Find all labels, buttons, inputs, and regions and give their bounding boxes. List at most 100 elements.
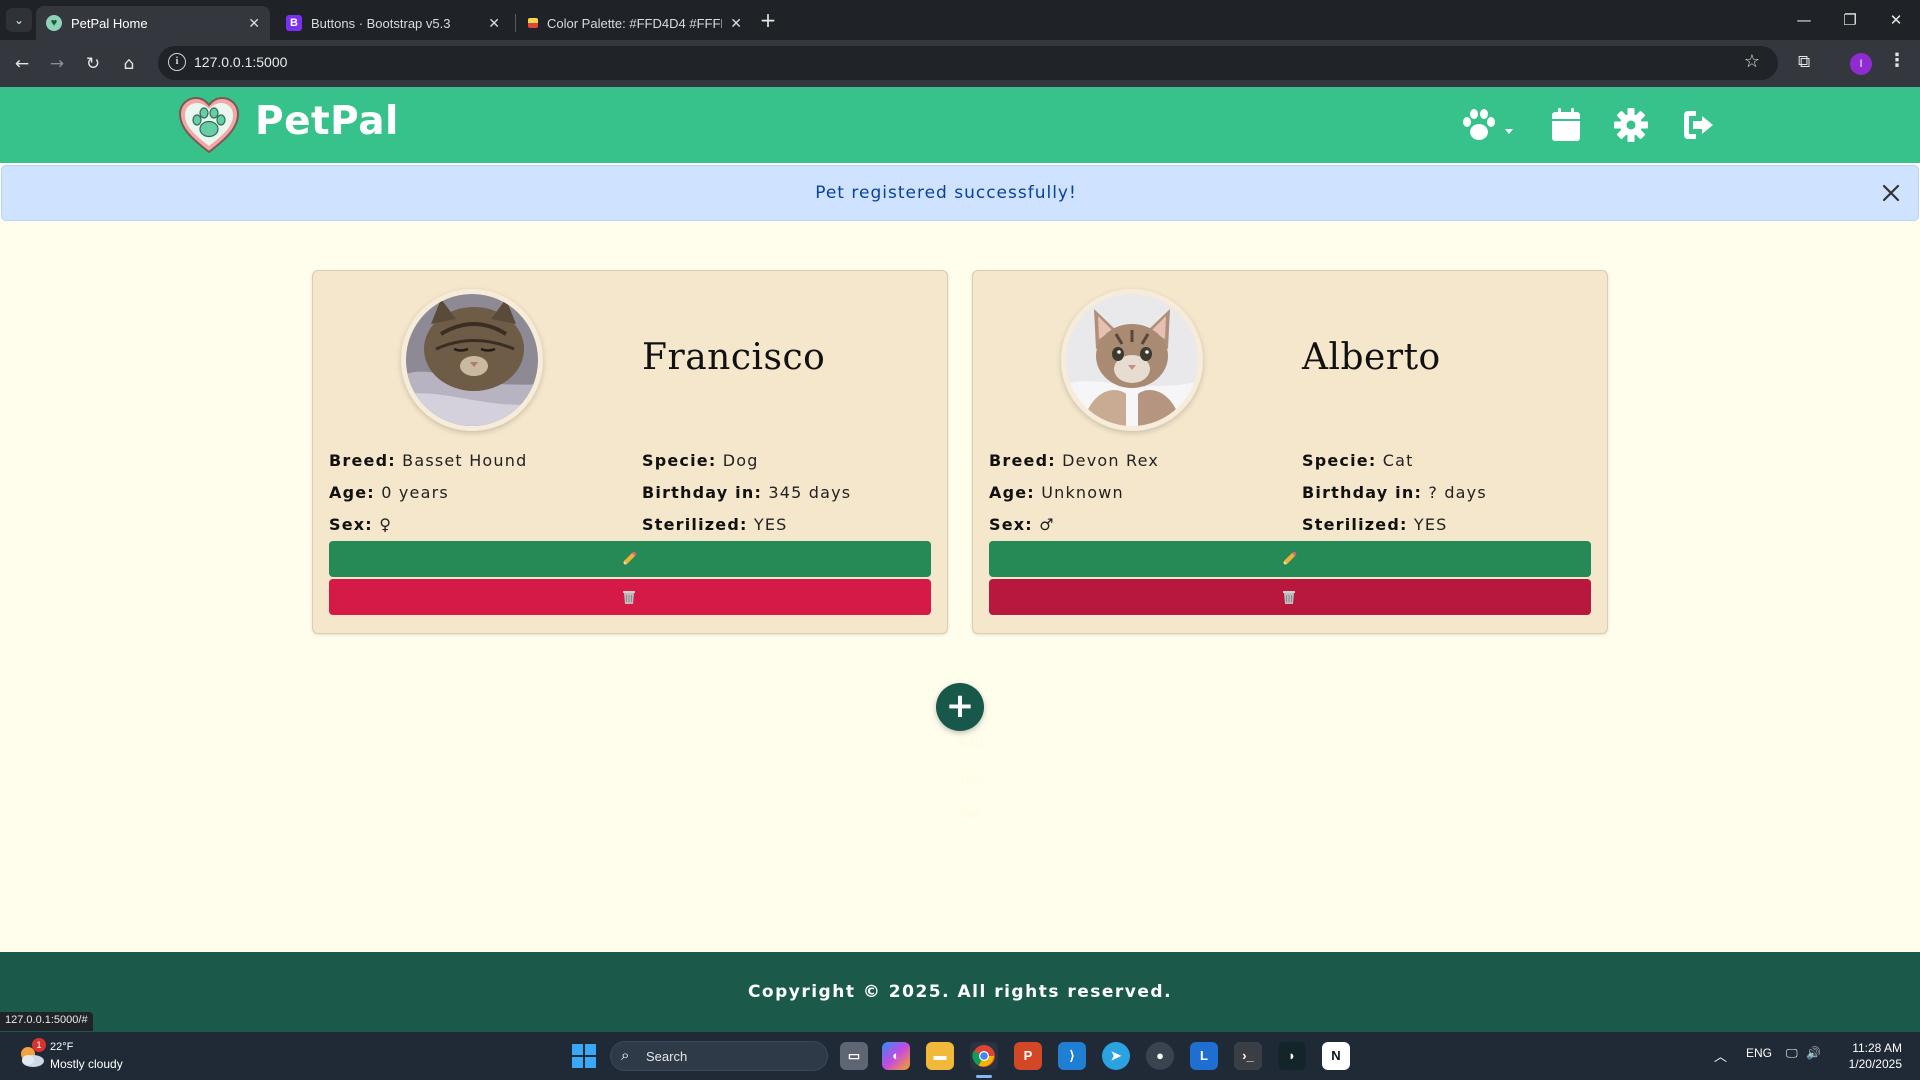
age-label: Age:: [329, 483, 375, 502]
delete-pet-button[interactable]: [329, 579, 931, 615]
taskbar: 1 22°F Mostly cloudy ⌕ Search ▭ ◐ ▬ P ⟩ …: [0, 1032, 1920, 1080]
pet-age: Age: Unknown: [989, 483, 1124, 502]
age-value: 0 years: [381, 483, 449, 502]
edit-pet-button[interactable]: [989, 541, 1591, 577]
tab-bootstrap-buttons[interactable]: B Buttons · Bootstrap v5.3 ✕: [276, 6, 510, 40]
footer: Copyright © 2025. All rights reserved.: [0, 952, 1920, 1032]
media-app-icon[interactable]: ●: [1146, 1042, 1174, 1070]
alert-message: Pet registered successfully!: [815, 183, 1077, 203]
active-app-indicator: [976, 1075, 992, 1078]
sterilized-label: Sterilized:: [642, 515, 748, 534]
browser-toolbar: ← → ↻ ⌂ i 127.0.0.1:5000 ☆ ⧉: [0, 40, 1920, 87]
tab-petpal-home[interactable]: ♥ PetPal Home ✕: [36, 6, 270, 40]
tab-title: PetPal Home: [71, 15, 148, 31]
powerpoint-icon[interactable]: P: [1014, 1042, 1042, 1070]
calendar-icon[interactable]: [1546, 107, 1586, 143]
telegram-icon[interactable]: ➤: [1102, 1042, 1130, 1070]
search-label: Search: [646, 1049, 688, 1064]
pet-sex: Sex: ♂: [989, 515, 1055, 534]
reload-icon[interactable]: ↻: [79, 50, 107, 78]
petpal-logo-icon[interactable]: [178, 96, 240, 154]
breed-label: Breed:: [329, 451, 396, 470]
taskbar-search[interactable]: ⌕ Search: [610, 1041, 828, 1071]
vscode-icon[interactable]: ⟩: [1058, 1042, 1086, 1070]
pet-name: Alberto: [1302, 337, 1441, 378]
search-icon: ⌕: [621, 1046, 630, 1064]
file-explorer-icon[interactable]: ▬: [926, 1042, 954, 1070]
close-window-icon[interactable]: ✕: [1874, 6, 1918, 34]
site-info-icon[interactable]: i: [168, 53, 186, 71]
close-tab-icon[interactable]: ✕: [248, 15, 260, 32]
minimize-icon[interactable]: —: [1782, 6, 1826, 34]
delete-pet-button[interactable]: [989, 579, 1591, 615]
forward-icon[interactable]: →: [43, 50, 71, 78]
pet-breed: Breed: Basset Hound: [329, 451, 527, 470]
specie-value: Dog: [722, 451, 759, 470]
windows-start-icon[interactable]: [572, 1044, 596, 1068]
pet-sterilized: Sterilized: YES: [642, 515, 788, 534]
age-label: Age:: [989, 483, 1035, 502]
network-icon[interactable]: 🖵: [1786, 1046, 1798, 1061]
close-alert-icon[interactable]: [1876, 178, 1906, 208]
system-clock[interactable]: 11:28 AM 1/20/2025: [1832, 1040, 1902, 1072]
extensions-icon[interactable]: ⧉: [1798, 52, 1810, 72]
trash-icon: [1283, 591, 1295, 604]
paw-icon[interactable]: [1459, 107, 1499, 143]
add-pet-button[interactable]: +: [936, 683, 984, 731]
terminal-icon[interactable]: ›_: [1234, 1042, 1262, 1070]
edit-pet-button[interactable]: [329, 541, 931, 577]
tab-separator: [515, 14, 516, 32]
pet-photo: [401, 289, 543, 431]
home-icon[interactable]: ⌂: [115, 50, 143, 78]
clock-date: 1/20/2025: [1848, 1057, 1902, 1071]
add-pet-label: Add: [956, 735, 984, 751]
pet-specie: Specie: Cat: [1302, 451, 1414, 470]
browser-menu-icon[interactable]: ⋮: [1888, 50, 1906, 71]
profile-avatar[interactable]: I: [1850, 53, 1872, 75]
bookmark-star-icon[interactable]: ☆: [1744, 51, 1760, 72]
chrome-icon[interactable]: [970, 1042, 998, 1070]
gear-icon[interactable]: [1611, 107, 1651, 143]
pycharm-icon[interactable]: ◗: [1278, 1042, 1306, 1070]
notion-icon[interactable]: N: [1322, 1042, 1350, 1070]
pet-age: Age: 0 years: [329, 483, 449, 502]
chevron-down-icon[interactable]: [1505, 129, 1513, 134]
volume-icon[interactable]: 🔊: [1806, 1046, 1821, 1060]
weather-temperature[interactable]: 22°F: [50, 1041, 73, 1053]
sterilized-value: YES: [1413, 515, 1448, 534]
new-tab-button[interactable]: +: [756, 8, 780, 32]
specie-value: Cat: [1382, 451, 1414, 470]
url-text[interactable]: 127.0.0.1:5000: [194, 54, 287, 70]
copyright-text: Copyright © 2025. All rights reserved.: [747, 982, 1173, 1002]
task-view-icon[interactable]: ▭: [840, 1042, 868, 1070]
tab-color-palette[interactable]: Color Palette: #FFD4D4 #FFFFE ✕: [518, 6, 752, 40]
tray-overflow-icon[interactable]: ︿: [1714, 1046, 1727, 1065]
birthday-label: Birthday in:: [1302, 483, 1423, 502]
breed-value: Devon Rex: [1062, 451, 1160, 470]
close-tab-icon[interactable]: ✕: [730, 15, 742, 32]
restore-icon[interactable]: ❐: [1828, 6, 1872, 34]
navbar: PetPal: [0, 87, 1920, 163]
l-app-icon[interactable]: L: [1190, 1042, 1218, 1070]
close-tab-icon[interactable]: ✕: [488, 15, 500, 32]
language-indicator[interactable]: ENG: [1746, 1046, 1772, 1060]
pet-sex: Sex: ♀: [329, 515, 392, 534]
birthday-value: 345 days: [768, 483, 852, 502]
breed-label: Breed:: [989, 451, 1056, 470]
specie-label: Specie:: [1302, 451, 1377, 470]
pet-birthday: Birthday in: 345 days: [642, 483, 851, 502]
tab-title: Color Palette: #FFD4D4 #FFFFE: [547, 15, 723, 31]
sterilized-value: YES: [753, 515, 788, 534]
link-status-bar: 127.0.0.1:5000/#: [0, 1012, 93, 1031]
clock-time: 11:28 AM: [1852, 1041, 1902, 1055]
copilot-icon[interactable]: ◐: [882, 1042, 910, 1070]
logout-icon[interactable]: [1680, 107, 1720, 143]
browser-tab-bar: ⌄ ♥ PetPal Home ✕ B Buttons · Bootstrap …: [0, 0, 1920, 40]
brand-name[interactable]: PetPal: [255, 99, 399, 144]
tab-search-button[interactable]: ⌄: [6, 8, 32, 32]
petpal-favicon-icon: ♥: [46, 15, 62, 31]
address-bar[interactable]: i 127.0.0.1:5000 ☆: [158, 46, 1778, 80]
weather-description[interactable]: Mostly cloudy: [50, 1057, 123, 1071]
trash-icon: [623, 591, 635, 604]
back-icon[interactable]: ←: [8, 50, 36, 78]
